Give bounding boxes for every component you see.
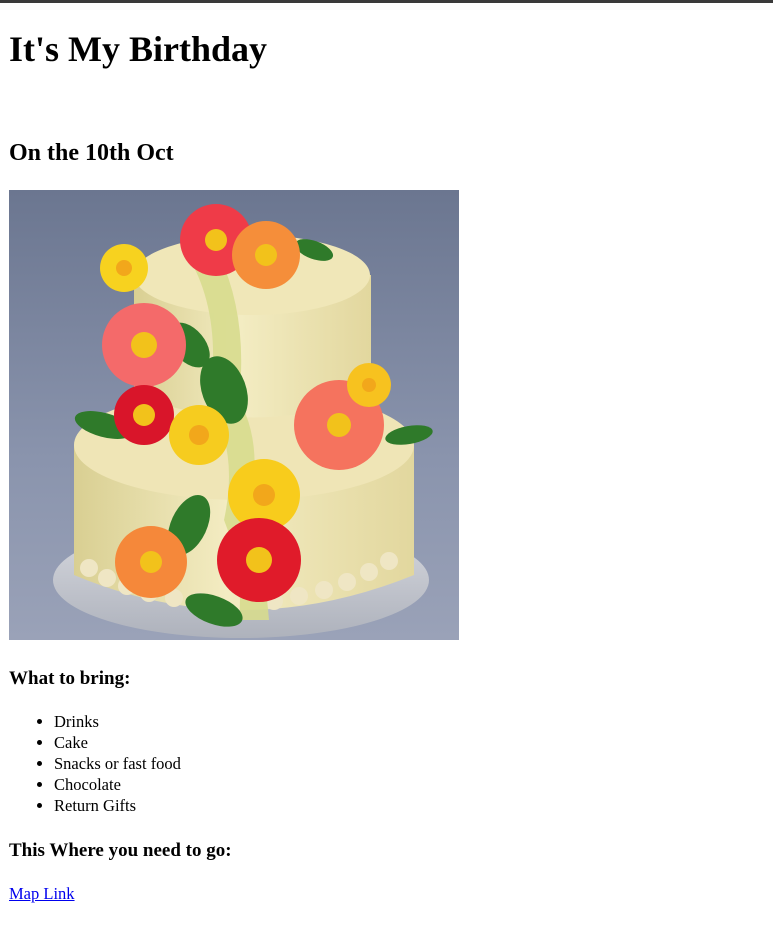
date-heading: On the 10th Oct [9, 140, 174, 166]
list-item: Chocolate [54, 774, 181, 795]
list-item: Cake [54, 732, 181, 753]
bring-list: Drinks Cake Snacks or fast food Chocolat… [9, 711, 181, 816]
map-link[interactable]: Map Link [9, 883, 75, 904]
list-item: Drinks [54, 711, 181, 732]
bring-heading: What to bring: [9, 668, 131, 689]
page-title: It's My Birthday [9, 29, 268, 69]
cake-image [9, 190, 459, 640]
list-item: Return Gifts [54, 795, 181, 816]
directions-heading: This Where you need to go: [9, 840, 232, 861]
list-item: Snacks or fast food [54, 753, 181, 774]
